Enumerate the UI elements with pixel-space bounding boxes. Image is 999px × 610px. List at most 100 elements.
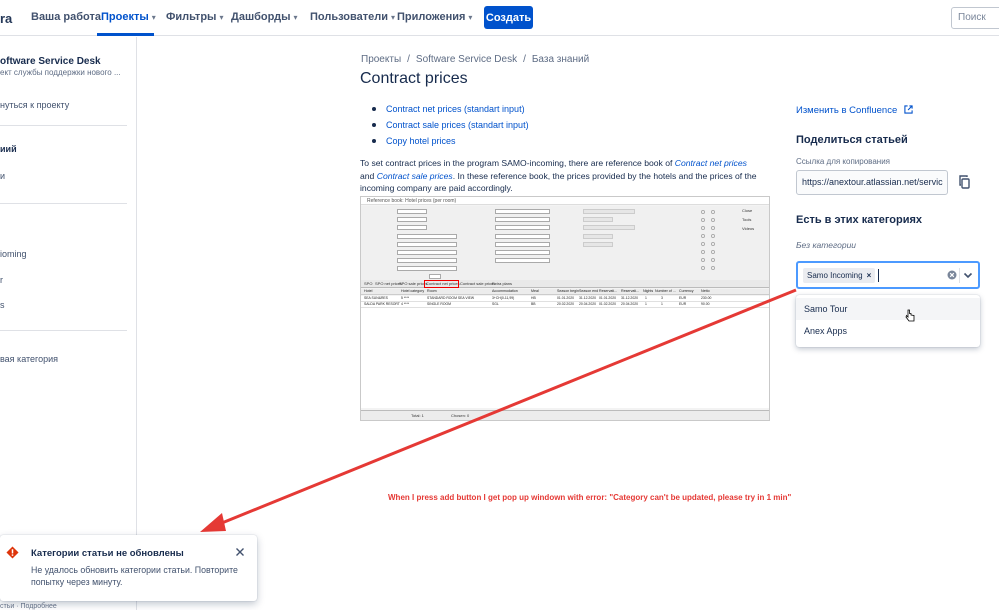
category-select[interactable]: Samo Incoming × [796,261,980,289]
embed-field [583,242,613,247]
embed-col-header: Number of ... [655,289,676,293]
sidebar-new-category[interactable]: вая категория [0,354,58,364]
link-contract-net-prices[interactable]: Contract net prices (standart input) [372,104,529,120]
link-copy-hotel-prices[interactable]: Copy hotel prices [372,136,529,152]
close-icon[interactable] [235,547,245,557]
sidebar-divider [0,203,127,204]
embed-videos-button: Videos [742,226,755,231]
search-input[interactable]: Поиск [951,7,999,29]
nav-projects[interactable]: Проекты ▾ [101,11,156,23]
link-net-prices-inline[interactable]: Contract net prices [675,158,747,168]
nav-label: Проекты [101,11,149,23]
embed-radio [701,266,705,270]
embed-cell: 20.04.2020 [621,302,638,306]
embed-col-header: Reservati... [621,289,640,293]
embed-window-title: Reference book: Hotel prices (per room) [361,197,769,205]
edit-link-label: Изменить в Confluence [796,105,898,116]
sidebar-item[interactable]: r [0,275,3,285]
sidebar-footer[interactable]: стьи · Подробнее [0,603,57,610]
embed-cell: 01.01.2020 [557,296,574,300]
share-url-input[interactable]: https://anextour.atlassian.net/servic [796,170,948,195]
nav-dashboards[interactable]: Дашборды ▾ [231,11,297,23]
external-link-icon [904,105,913,114]
back-to-project-link[interactable]: нуться к проекту [0,100,69,110]
page-title: Contract prices [360,70,468,87]
chip-remove-icon[interactable]: × [867,271,872,280]
copy-icon[interactable] [958,175,972,189]
embed-field [397,225,427,230]
embed-radio [701,250,705,254]
sidebar-item-active[interactable]: иий [0,144,17,154]
option-anex-apps[interactable]: Anex Apps [796,320,980,342]
embed-cell: 1 [645,296,647,300]
embed-tab: Contract sale prices [460,281,496,286]
nav-users[interactable]: Пользователи ▾ [310,11,395,23]
create-button[interactable]: Создать [484,6,533,29]
project-sidebar: oftware Service Desk ект службы поддержк… [0,37,137,610]
embed-cell: EUR [679,296,687,300]
embed-field [397,250,457,255]
nav-filters[interactable]: Фильтры ▾ [166,11,223,23]
sidebar-item[interactable]: ioming [0,249,27,259]
error-icon [6,546,19,559]
embed-radio [701,218,705,222]
jira-logo[interactable]: ra [0,11,12,26]
embed-field [397,242,457,247]
embed-col-header: Season begin [557,289,579,293]
embed-cell: HB [531,296,536,300]
embed-table-empty-area [361,308,769,408]
embed-field [583,209,635,214]
embed-cell: 5 **** [401,296,410,300]
annotation-text: When I press add button I get pop up win… [388,493,792,502]
link-sale-prices-inline[interactable]: Contract sale prices [377,171,453,181]
breadcrumb: Проекты / Software Service Desk / База знани… [361,54,589,65]
embed-cell: 01.01.2020 [599,296,616,300]
embed-radio [711,266,715,270]
project-subtitle: ект службы поддержки нового ... [0,68,121,77]
breadcrumb-knowledge-base[interactable]: База знаний [532,54,589,65]
embed-table-header: Hotel Hotel category Room Accommodation … [361,289,769,295]
embed-col-header: Nights [643,289,654,293]
embed-field [583,234,613,239]
embed-field [495,225,550,230]
embed-cell: 31.12.2020 [621,296,638,300]
embed-radio [711,218,715,222]
sidebar-item[interactable]: и [0,171,5,181]
embed-field [495,234,550,239]
embed-cell: 90.00 [701,302,710,306]
embed-cell: BB [531,302,536,306]
nav-your-work[interactable]: Ваша работа [31,11,101,23]
edit-in-confluence-link[interactable]: Изменить в Confluence [796,105,913,116]
embed-radio [701,258,705,262]
chevron-down-icon: ▾ [151,13,156,22]
project-title[interactable]: oftware Service Desk [0,56,101,67]
copy-link-label: Ссылка для копирования [796,157,890,166]
breadcrumb-projects[interactable]: Проекты [361,54,401,65]
sidebar-item[interactable]: s [0,300,5,310]
embed-field [397,266,457,271]
categories-heading: Есть в этих категориях [796,214,923,226]
breadcrumb-project[interactable]: Software Service Desk [416,54,517,65]
embed-field [495,250,550,255]
error-flag-title: Категории статьи не обновлены [31,548,184,559]
nav-apps[interactable]: Приложения ▾ [397,11,472,23]
sidebar-divider [0,330,127,331]
clear-icon[interactable] [947,270,957,280]
chevron-down-icon: ▾ [468,13,473,22]
chevron-down-icon[interactable] [963,270,973,280]
link-contract-sale-prices[interactable]: Contract sale prices (standart input) [372,120,529,136]
error-flag: Категории статьи не обновлены Не удалось… [0,535,257,601]
embed-field [397,209,427,214]
embed-field [429,274,441,279]
nav-label: Фильтры [166,11,217,23]
paragraph-text: To set contract prices in the program SA… [360,158,675,168]
embed-cell: SEA SUN&RES [364,296,388,300]
option-samo-tour[interactable]: Samo Tour [796,298,980,320]
embed-tab: SPO net prices [375,281,402,286]
embed-field [583,217,613,222]
chip-label: Samo Incoming [807,271,863,280]
category-options-menu: Samo Tour Anex Apps [796,295,980,347]
embed-cell: 3+CH(0-11,99) [492,296,515,300]
embed-cell: SALDA PARK RESORT [364,302,400,306]
embed-cell: 1 [661,302,663,306]
